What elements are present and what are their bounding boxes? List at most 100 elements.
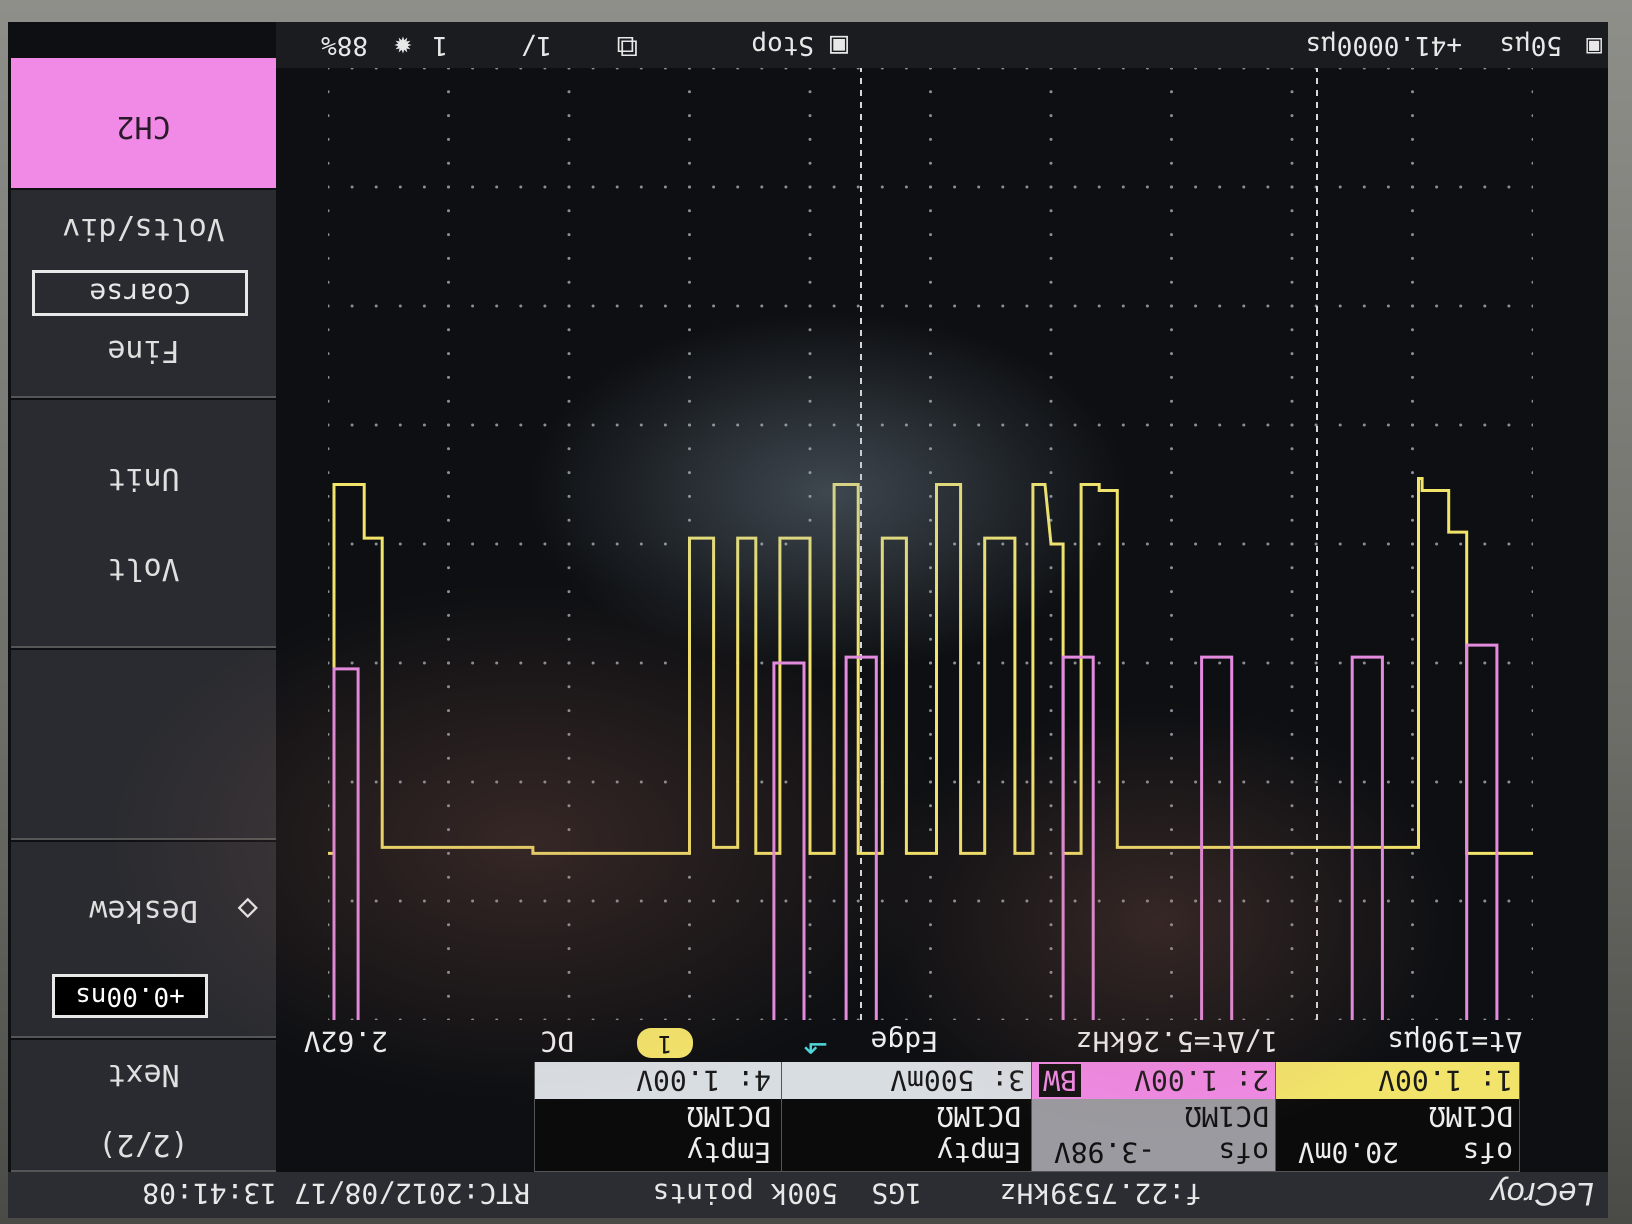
grid-dot bbox=[1049, 233, 1053, 237]
ch2-info-value: -3.98V bbox=[1053, 1136, 1155, 1169]
grid-dot bbox=[447, 352, 450, 356]
grid-dot bbox=[1145, 780, 1149, 784]
grid-dot bbox=[688, 114, 691, 118]
grid-dot bbox=[519, 899, 523, 903]
grid-dot bbox=[567, 542, 571, 546]
grid-dot bbox=[1314, 542, 1318, 546]
unit-button[interactable]: Unit Volt bbox=[11, 400, 276, 648]
grid-dot bbox=[1170, 304, 1173, 308]
channel-3-box[interactable]: Empty DC1MΩ 3: 500mV bbox=[780, 1060, 1032, 1172]
grid-dot bbox=[977, 780, 981, 784]
grid-dot bbox=[1411, 352, 1414, 356]
grid-dot bbox=[374, 780, 378, 784]
grid-dot bbox=[856, 423, 860, 427]
grid-dot bbox=[1170, 233, 1173, 237]
volt-option[interactable]: Volt bbox=[11, 551, 276, 586]
grid-dot bbox=[712, 185, 716, 189]
grid-dot bbox=[447, 590, 450, 594]
grid-dot bbox=[808, 185, 812, 189]
channel-4-box[interactable]: Empty DC1MΩ 4: 1.00V bbox=[534, 1060, 782, 1172]
zoom-percent: 88% bbox=[321, 30, 368, 60]
grid-dot bbox=[1507, 423, 1511, 427]
grid-dot bbox=[1411, 471, 1414, 475]
grid-dot bbox=[1025, 423, 1029, 427]
grid-dot bbox=[398, 899, 402, 903]
grid-dot bbox=[1290, 828, 1294, 832]
grid-dot bbox=[1049, 114, 1053, 118]
grid-dot bbox=[1049, 732, 1053, 736]
waveform-grid[interactable]: 1 2 bbox=[328, 68, 1533, 1020]
grid-dot bbox=[1001, 899, 1005, 903]
grid-dot bbox=[1266, 661, 1270, 665]
grid-dot bbox=[543, 185, 547, 189]
next-button[interactable]: Next (2/2) bbox=[11, 1040, 276, 1172]
grid-dot bbox=[1411, 518, 1414, 522]
grid-dot bbox=[1435, 185, 1439, 189]
grid-dot bbox=[929, 542, 932, 546]
grid-dot bbox=[929, 304, 932, 308]
grid-dot bbox=[1073, 661, 1077, 665]
grid-dot bbox=[808, 875, 812, 879]
grid-dot bbox=[1170, 542, 1173, 546]
grid-dot bbox=[591, 304, 595, 308]
grid-dot bbox=[1435, 304, 1439, 308]
menu-ch-header[interactable]: CH2 bbox=[11, 58, 276, 188]
grid-dot bbox=[1001, 780, 1005, 784]
grid-dot bbox=[1170, 566, 1173, 570]
grid-dot bbox=[929, 209, 932, 213]
channel-2-box[interactable]: ofs -3.98V DC1MΩ 2: 1.00V BW bbox=[1030, 1060, 1276, 1172]
deskew-value[interactable]: +0.00ns bbox=[52, 974, 208, 1018]
grid-dot bbox=[1266, 780, 1270, 784]
grid-dot bbox=[977, 661, 981, 665]
grid-dot bbox=[567, 518, 571, 522]
grid-dot bbox=[1266, 899, 1270, 903]
menu-ch-label: CH2 bbox=[116, 109, 171, 144]
grid-dot bbox=[929, 661, 932, 665]
grid-dot bbox=[1290, 780, 1294, 784]
empty-softkey[interactable] bbox=[11, 650, 276, 840]
grid-dot bbox=[1411, 947, 1414, 951]
grid-dot bbox=[1290, 994, 1294, 998]
grid-dot bbox=[688, 423, 691, 427]
fine-option[interactable]: Fine bbox=[11, 333, 276, 368]
grid-dot bbox=[1049, 471, 1053, 475]
grid-dot bbox=[1170, 423, 1173, 427]
coarse-option[interactable]: Coarse bbox=[32, 270, 248, 316]
grid-dot bbox=[1411, 161, 1414, 165]
grid-dot bbox=[1097, 423, 1101, 427]
grid-dot bbox=[471, 423, 475, 427]
grid-dot bbox=[1097, 304, 1101, 308]
grid-dot bbox=[856, 304, 860, 308]
grid-dot bbox=[1362, 780, 1366, 784]
grid-dot bbox=[639, 304, 643, 308]
grid-dot bbox=[1170, 661, 1173, 665]
grid-dot bbox=[1290, 875, 1294, 879]
grid-dot bbox=[953, 899, 957, 903]
volts-div-button[interactable]: Volts/div Coarse Fine bbox=[11, 190, 276, 398]
grid-dot bbox=[398, 185, 402, 189]
grid-dot bbox=[1170, 447, 1173, 451]
grid-dot bbox=[567, 828, 571, 832]
grid-dot bbox=[1025, 185, 1029, 189]
grid-dot bbox=[1170, 590, 1173, 594]
grid-dot bbox=[808, 137, 812, 141]
run-stop-icon[interactable]: ▣ bbox=[830, 29, 848, 64]
grid-dot bbox=[688, 280, 691, 284]
acquisition-icon: ⧉ bbox=[616, 29, 638, 64]
ch4-label-bar: 4: 1.00V bbox=[535, 1061, 781, 1099]
grid-dot bbox=[1290, 756, 1294, 760]
grid-dot bbox=[1218, 899, 1222, 903]
grid-dot bbox=[808, 256, 812, 260]
grid-dot bbox=[1338, 542, 1342, 546]
grid-dot bbox=[447, 233, 450, 237]
grid-dot bbox=[1242, 304, 1246, 308]
grid-dot bbox=[760, 899, 764, 903]
deskew-button[interactable]: ◇ Deskew +0.00ns bbox=[11, 842, 276, 1038]
grid-dot bbox=[567, 399, 571, 403]
grid-dot bbox=[1170, 804, 1173, 808]
grid-dot bbox=[1435, 780, 1439, 784]
run-state[interactable]: Stop bbox=[751, 30, 814, 60]
grid-dot bbox=[663, 899, 667, 903]
grid-dot bbox=[591, 423, 595, 427]
channel-1-box[interactable]: ofs 20.0mV DC1MΩ 1: 1.00V bbox=[1274, 1060, 1520, 1172]
